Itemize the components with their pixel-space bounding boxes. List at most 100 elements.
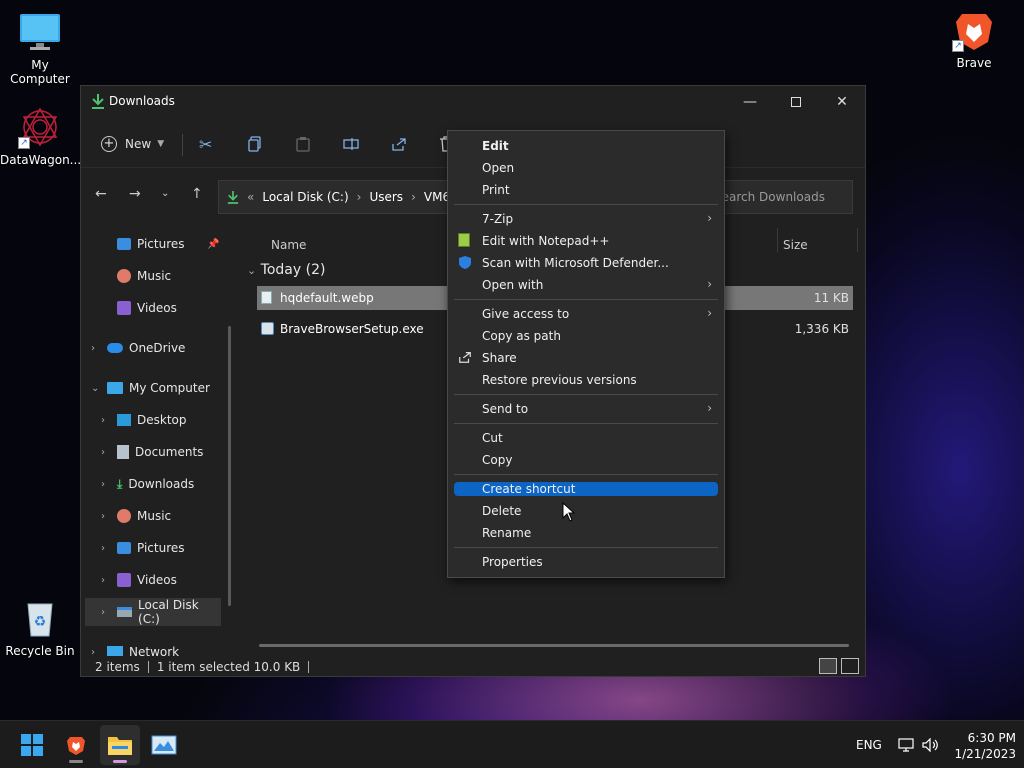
- minimize-button[interactable]: —: [727, 86, 773, 118]
- chevron-right-icon: ›: [101, 542, 105, 554]
- menu-item-label: Give access to: [482, 307, 570, 321]
- address-overflow[interactable]: «: [247, 190, 254, 204]
- sidebar-item-videos-quick[interactable]: Videos: [117, 294, 227, 322]
- menu-item-open-with[interactable]: Open with ›: [454, 275, 718, 295]
- start-button[interactable]: [12, 725, 52, 765]
- up-button[interactable]: ↑: [191, 186, 203, 202]
- menu-item-rename[interactable]: Rename: [454, 523, 718, 543]
- sidebar-item-label: Documents: [135, 445, 204, 459]
- cut-button[interactable]: ✂: [199, 130, 212, 158]
- shield-icon: [458, 255, 472, 273]
- sidebar-item-label: Local Disk (C:): [138, 598, 199, 626]
- close-button[interactable]: ✕: [819, 86, 865, 118]
- menu-item-label: Open: [482, 161, 515, 175]
- chevron-down-icon: ⌄: [247, 264, 257, 277]
- details-view-button[interactable]: [819, 658, 837, 674]
- share-button[interactable]: [391, 130, 407, 158]
- menu-item-7zip[interactable]: 7-Zip ›: [454, 209, 718, 229]
- column-header-name[interactable]: Name: [271, 238, 306, 252]
- sidebar-item-videos[interactable]: › Videos: [101, 566, 227, 594]
- menu-item-create-shortcut[interactable]: Create shortcut: [454, 482, 718, 496]
- menu-item-give-access[interactable]: Give access to ›: [454, 304, 718, 324]
- maximize-button[interactable]: [773, 86, 819, 118]
- window-title: Downloads: [109, 94, 175, 108]
- back-button[interactable]: ←: [95, 186, 107, 202]
- menu-item-send-to[interactable]: Send to ›: [454, 399, 718, 419]
- menu-item-copy-as-path[interactable]: Copy as path: [454, 326, 718, 346]
- menu-item-label: Open with: [482, 278, 544, 292]
- sidebar-item-downloads[interactable]: › ⤓ Downloads: [101, 470, 227, 498]
- datawagon-logo-icon: ↗: [18, 105, 62, 149]
- sidebar-item-my-computer[interactable]: ⌄ My Computer: [91, 374, 227, 402]
- menu-item-print[interactable]: Print: [454, 180, 718, 200]
- sidebar-item-local-disk[interactable]: › Local Disk (C:): [85, 598, 221, 626]
- navigation-pane: Pictures 📌 Music Videos › OneDrive ⌄ My …: [81, 228, 231, 656]
- desktop-icon-my-computer[interactable]: My Computer: [0, 10, 80, 86]
- rename-button[interactable]: [343, 130, 359, 158]
- column-header-size[interactable]: Size: [783, 238, 808, 252]
- paste-button[interactable]: [295, 130, 311, 158]
- sidebar-item-label: Music: [137, 509, 172, 523]
- sidebar-item-onedrive[interactable]: › OneDrive: [91, 334, 227, 362]
- taskbar-photos[interactable]: [144, 725, 184, 765]
- copy-button[interactable]: [247, 130, 263, 158]
- documents-icon: [117, 445, 129, 459]
- file-size: 11 KB: [813, 291, 849, 305]
- menu-item-properties[interactable]: Properties: [454, 552, 718, 572]
- sidebar-item-pictures[interactable]: › Pictures: [101, 534, 227, 562]
- menu-item-cut[interactable]: Cut: [454, 428, 718, 448]
- language-indicator[interactable]: ENG: [856, 721, 882, 768]
- menu-item-open[interactable]: Open: [454, 158, 718, 178]
- chevron-right-icon: ›: [101, 446, 105, 458]
- file-name: BraveBrowserSetup.exe: [280, 322, 424, 336]
- sidebar-item-network[interactable]: › Network: [91, 638, 227, 656]
- group-header-today[interactable]: ⌄ Today (2): [247, 262, 325, 278]
- new-button[interactable]: + New ▼: [101, 130, 164, 158]
- sidebar-item-label: Downloads: [128, 477, 195, 491]
- sidebar-item-label: Videos: [137, 301, 177, 315]
- sidebar-item-music[interactable]: › Music: [101, 502, 227, 530]
- sidebar-item-label: Videos: [137, 573, 177, 587]
- chevron-right-icon: ›: [101, 414, 105, 426]
- navigation-scrollbar[interactable]: [228, 326, 231, 606]
- desktop-icon-label: Brave: [956, 56, 992, 70]
- forward-button[interactable]: →: [129, 186, 141, 202]
- address-bar[interactable]: « Local Disk (C:) › Users › VM6: [218, 180, 458, 214]
- desktop-icon-recycle-bin[interactable]: ♻ Recycle Bin: [0, 596, 80, 658]
- column-divider[interactable]: [857, 228, 858, 252]
- menu-item-share[interactable]: Share: [454, 348, 718, 368]
- breadcrumb-local-disk[interactable]: Local Disk (C:): [262, 190, 348, 204]
- network-tray-icon[interactable]: [898, 721, 914, 768]
- clock[interactable]: 6:30 PM 1/21/2023: [936, 730, 1016, 762]
- desktop-icon-datawagon[interactable]: ↗ DataWagon...: [0, 105, 81, 167]
- taskbar-brave[interactable]: [56, 725, 96, 765]
- menu-item-defender[interactable]: Scan with Microsoft Defender...: [454, 253, 718, 273]
- desktop-icon-brave[interactable]: ↗ Brave: [934, 8, 1014, 70]
- file-name: hqdefault.webp: [280, 291, 374, 305]
- menu-item-copy[interactable]: Copy: [454, 450, 718, 470]
- sidebar-item-desktop[interactable]: › Desktop: [101, 406, 227, 434]
- arrow-up-icon: ↑: [191, 186, 203, 202]
- tiles-view-button[interactable]: [841, 658, 859, 674]
- chevron-right-icon: ›: [101, 478, 105, 490]
- sidebar-item-label: Music: [137, 269, 172, 283]
- sidebar-item-music-quick[interactable]: Music: [117, 262, 227, 290]
- menu-item-restore-versions[interactable]: Restore previous versions: [454, 370, 718, 390]
- taskbar-file-explorer[interactable]: [100, 725, 140, 765]
- menu-item-delete[interactable]: Delete: [454, 501, 718, 521]
- menu-separator: [454, 204, 718, 205]
- title-bar[interactable]: Downloads — ✕: [81, 86, 865, 118]
- svg-text:♻: ♻: [34, 614, 47, 630]
- menu-item-notepadpp[interactable]: Edit with Notepad++: [454, 231, 718, 251]
- chevron-right-icon: ›: [707, 306, 712, 320]
- share-icon: [458, 350, 472, 367]
- menu-item-edit[interactable]: Edit: [454, 136, 718, 156]
- breadcrumb-users[interactable]: Users: [369, 190, 403, 204]
- copy-icon: [248, 136, 261, 152]
- horizontal-scrollbar[interactable]: [259, 644, 849, 647]
- menu-item-label: Properties: [482, 555, 543, 569]
- recent-locations-button[interactable]: ⌄: [161, 188, 169, 199]
- sidebar-item-documents[interactable]: › Documents: [101, 438, 227, 466]
- sidebar-item-pictures-quick[interactable]: Pictures 📌: [117, 230, 227, 258]
- column-divider[interactable]: [777, 228, 778, 252]
